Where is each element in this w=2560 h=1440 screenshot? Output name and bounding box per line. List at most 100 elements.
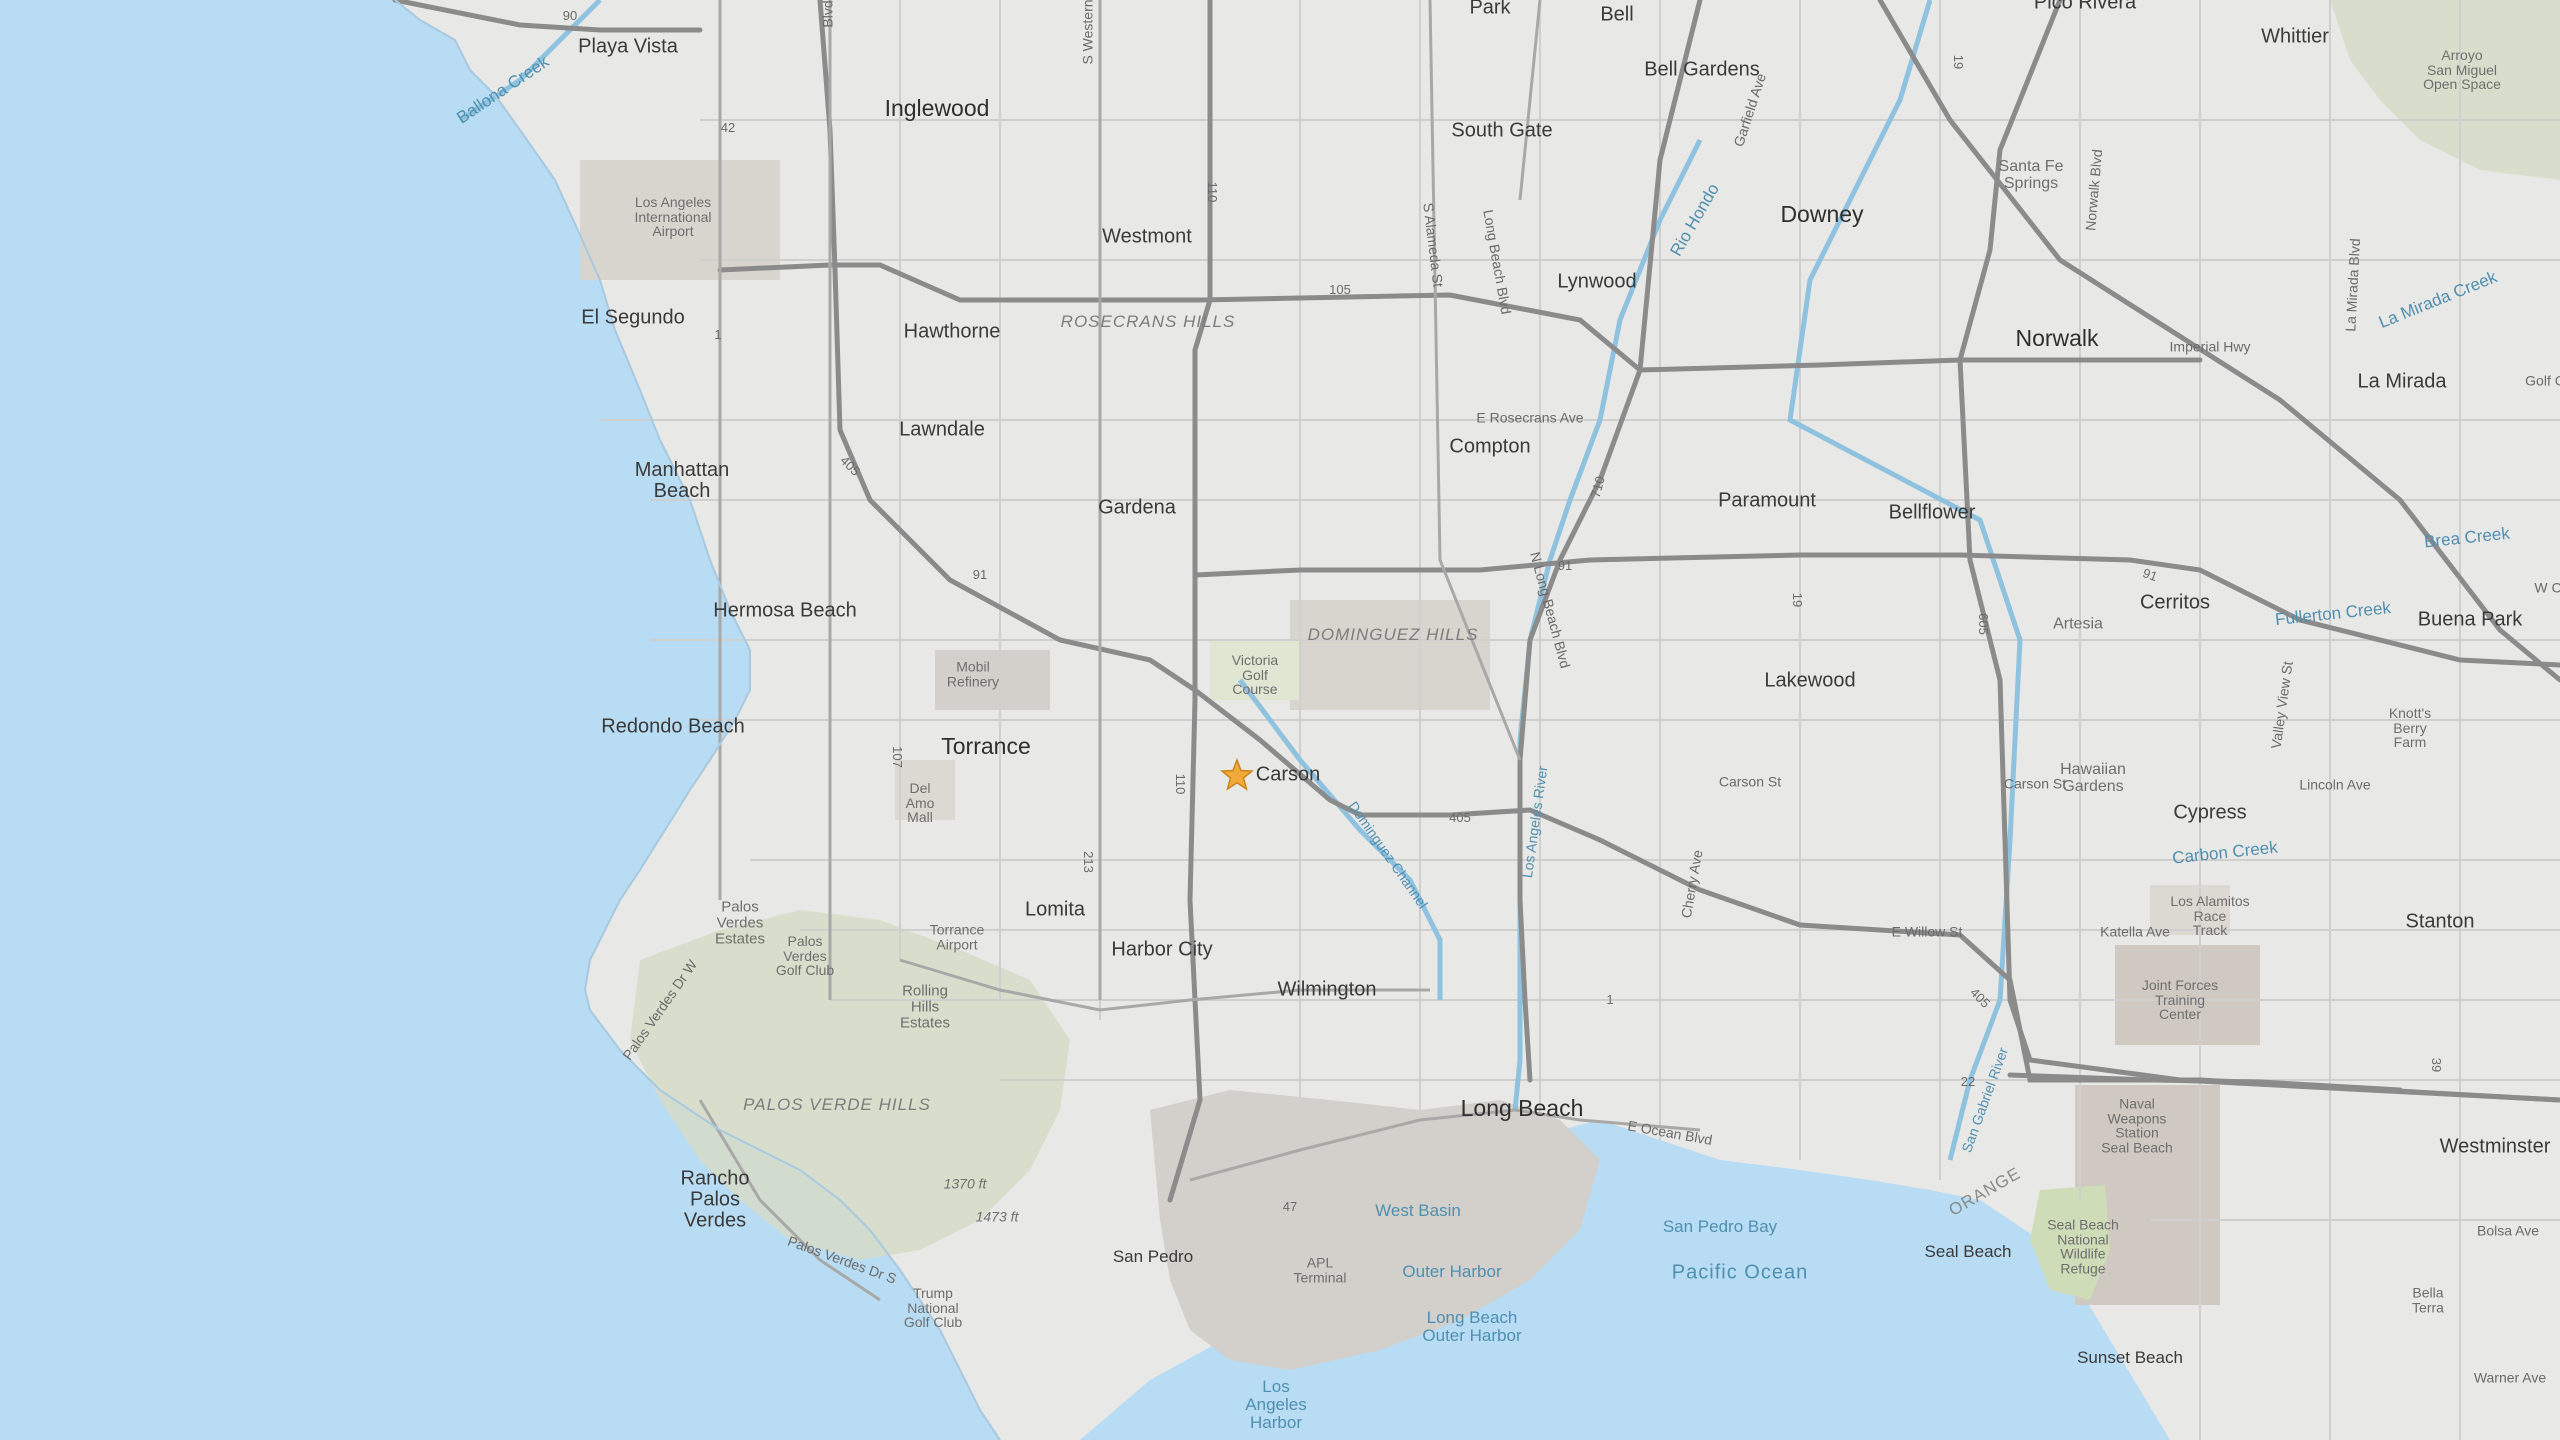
label-seal-beach: Seal Beach: [1924, 1242, 2012, 1262]
label-south-gate: South Gate: [1451, 119, 1553, 142]
shield-42: 42: [720, 120, 736, 136]
label-palos-verde-hills: PALOS VERDE HILLS: [743, 1095, 931, 1115]
label-imperial-hwy: Imperial Hwy: [2169, 338, 2251, 355]
label-victoria-golf: Victoria Golf Course: [1231, 651, 1279, 698]
label-santa-fe-springs: Santa Fe Springs: [1998, 158, 2064, 192]
label-w-c: W C: [2534, 579, 2560, 596]
label-carson-st: Carson St: [1718, 773, 1782, 790]
label-buena-park: Buena Park: [2417, 608, 2523, 631]
label-outer-harbor: Outer Harbor: [1402, 1262, 1502, 1282]
label-joint-forces: Joint Forces Training Center: [2141, 976, 2219, 1023]
label-inglewood: Inglewood: [884, 94, 990, 121]
label-el-segundo: El Segundo: [581, 306, 685, 329]
label-paramount: Paramount: [1718, 489, 1816, 512]
label-la-harbor: Los Angeles Harbor: [1245, 1377, 1307, 1432]
label-pacific-ocean: Pacific Ocean: [1671, 1261, 1809, 1284]
label-los-alamitos: Los Alamitos Race Track: [2170, 892, 2250, 939]
label-bella-terra: Bella Terra: [2412, 1284, 2444, 1315]
label-park: Park: [1469, 0, 1511, 19]
label-rancho-pv: Rancho Palos Verdes: [680, 1167, 750, 1232]
label-pv-golf: Palos Verdes Golf Club: [775, 932, 835, 979]
label-s-western: S Western: [1079, 0, 1096, 65]
shield-39: 39: [2428, 1057, 2444, 1073]
label-long-beach: Long Beach: [1460, 1094, 1584, 1121]
label-bell-gardens: Bell Gardens: [1644, 58, 1760, 81]
label-trump-golf: Trump National Golf Club: [903, 1284, 963, 1331]
label-carson-st-2: Carson St: [2003, 775, 2067, 792]
label-lynwood: Lynwood: [1557, 270, 1637, 293]
label-cerritos: Cerritos: [2139, 591, 2211, 614]
label-san-pedro: San Pedro: [1112, 1247, 1194, 1267]
label-stanton: Stanton: [2405, 910, 2475, 933]
label-gardena: Gardena: [1098, 496, 1176, 519]
shield-110a: 110: [1204, 181, 1220, 203]
label-west-basin: West Basin: [1375, 1201, 1461, 1221]
label-golf-c: Golf C: [2525, 372, 2560, 389]
label-bellflower: Bellflower: [1888, 501, 1976, 524]
label-hawaiian-gardens: Hawaiian Gardens: [2060, 761, 2126, 795]
label-seal-beach-nwr: Seal Beach National Wildlife Refuge: [2047, 1216, 2119, 1277]
label-knotts: Knott's Berry Farm: [2388, 704, 2432, 751]
label-mobil-refinery: Mobil Refinery: [946, 658, 1000, 689]
label-elev-1473: 1473 ft: [975, 1208, 1019, 1225]
label-rolling-hills: Rolling Hills Estates: [899, 982, 951, 1031]
label-torrance-airport: Torrance Airport: [929, 921, 985, 952]
label-lax: Los Angeles International Airport: [634, 193, 712, 240]
label-sunset-beach: Sunset Beach: [2077, 1348, 2183, 1368]
label-lomita: Lomita: [1024, 898, 1086, 921]
label-blvd: Blvd: [819, 0, 836, 28]
label-apl-terminal: APL Terminal: [1293, 1254, 1347, 1285]
label-katella: Katella Ave: [2100, 923, 2170, 940]
basemap[interactable]: [0, 0, 2560, 1440]
label-harbor-city: Harbor City: [1111, 938, 1213, 961]
label-downey: Downey: [1780, 200, 1864, 227]
label-lakewood: Lakewood: [1764, 669, 1856, 692]
shield-91b: 91: [1557, 558, 1573, 574]
shield-110b: 110: [1172, 773, 1188, 795]
label-e-rosecrans: E Rosecrans Ave: [1476, 409, 1584, 426]
label-torrance: Torrance: [941, 732, 1031, 759]
shield-22: 22: [1960, 1074, 1976, 1090]
label-compton: Compton: [1449, 435, 1531, 458]
label-redondo-beach: Redondo Beach: [601, 715, 745, 738]
shield-19a: 19: [1789, 592, 1805, 608]
label-bolsa-ave: Bolsa Ave: [2476, 1222, 2540, 1239]
label-pico-rivera: Pico Rivera: [2033, 0, 2137, 14]
label-san-pedro-bay: San Pedro Bay: [1662, 1217, 1778, 1237]
marker-label: Carson: [1255, 763, 1321, 786]
label-cypress: Cypress: [2173, 801, 2247, 824]
shield-605: 605: [1975, 613, 1991, 635]
label-westminster: Westminster: [2439, 1135, 2551, 1158]
shield-47: 47: [1282, 1199, 1298, 1215]
label-e-willow: E Willow St: [1891, 923, 1963, 940]
shield-91a: 91: [972, 567, 988, 583]
label-norwalk: Norwalk: [2015, 324, 2099, 351]
label-lawndale: Lawndale: [899, 418, 985, 441]
label-westmont: Westmont: [1102, 225, 1192, 248]
shield-19b: 19: [1950, 54, 1966, 70]
label-hermosa-beach: Hermosa Beach: [713, 599, 857, 622]
location-star-marker-icon[interactable]: [1220, 758, 1254, 792]
label-warner-ave: Warner Ave: [2473, 1369, 2547, 1386]
label-lincoln-ave: Lincoln Ave: [2299, 776, 2371, 793]
label-del-amo-mall: Del Amo Mall: [905, 779, 935, 826]
label-hawthorne: Hawthorne: [903, 320, 1001, 343]
label-manhattan-beach: Manhattan Beach: [634, 459, 730, 502]
shield-107: 107: [889, 746, 905, 768]
map-view[interactable]: Playa Vista Inglewood Los Angeles Intern…: [0, 0, 2560, 1440]
shield-1a: 1: [714, 327, 722, 343]
label-arroyo: Arroyo San Miguel Open Space: [2423, 46, 2501, 93]
label-naval: Naval Weapons Station Seal Beach: [2101, 1095, 2173, 1156]
label-whittier: Whittier: [2261, 25, 2329, 48]
label-dominguez-hills: DOMINGUEZ HILLS: [1307, 625, 1479, 645]
label-lb-outer-harbor: Long Beach Outer Harbor: [1422, 1308, 1522, 1345]
shield-1b: 1: [1606, 992, 1614, 1008]
label-playa-vista: Playa Vista: [578, 35, 678, 58]
label-rosecrans-hills: ROSECRANS HILLS: [1060, 312, 1236, 332]
shield-90: 90: [562, 8, 578, 24]
label-la-mirada: La Mirada: [2357, 370, 2447, 393]
label-pv-estates: Palos Verdes Estates: [714, 898, 766, 947]
dominguez-industrial: [1290, 600, 1490, 710]
shield-213: 213: [1080, 851, 1096, 873]
shield-405b: 405: [1449, 810, 1471, 826]
